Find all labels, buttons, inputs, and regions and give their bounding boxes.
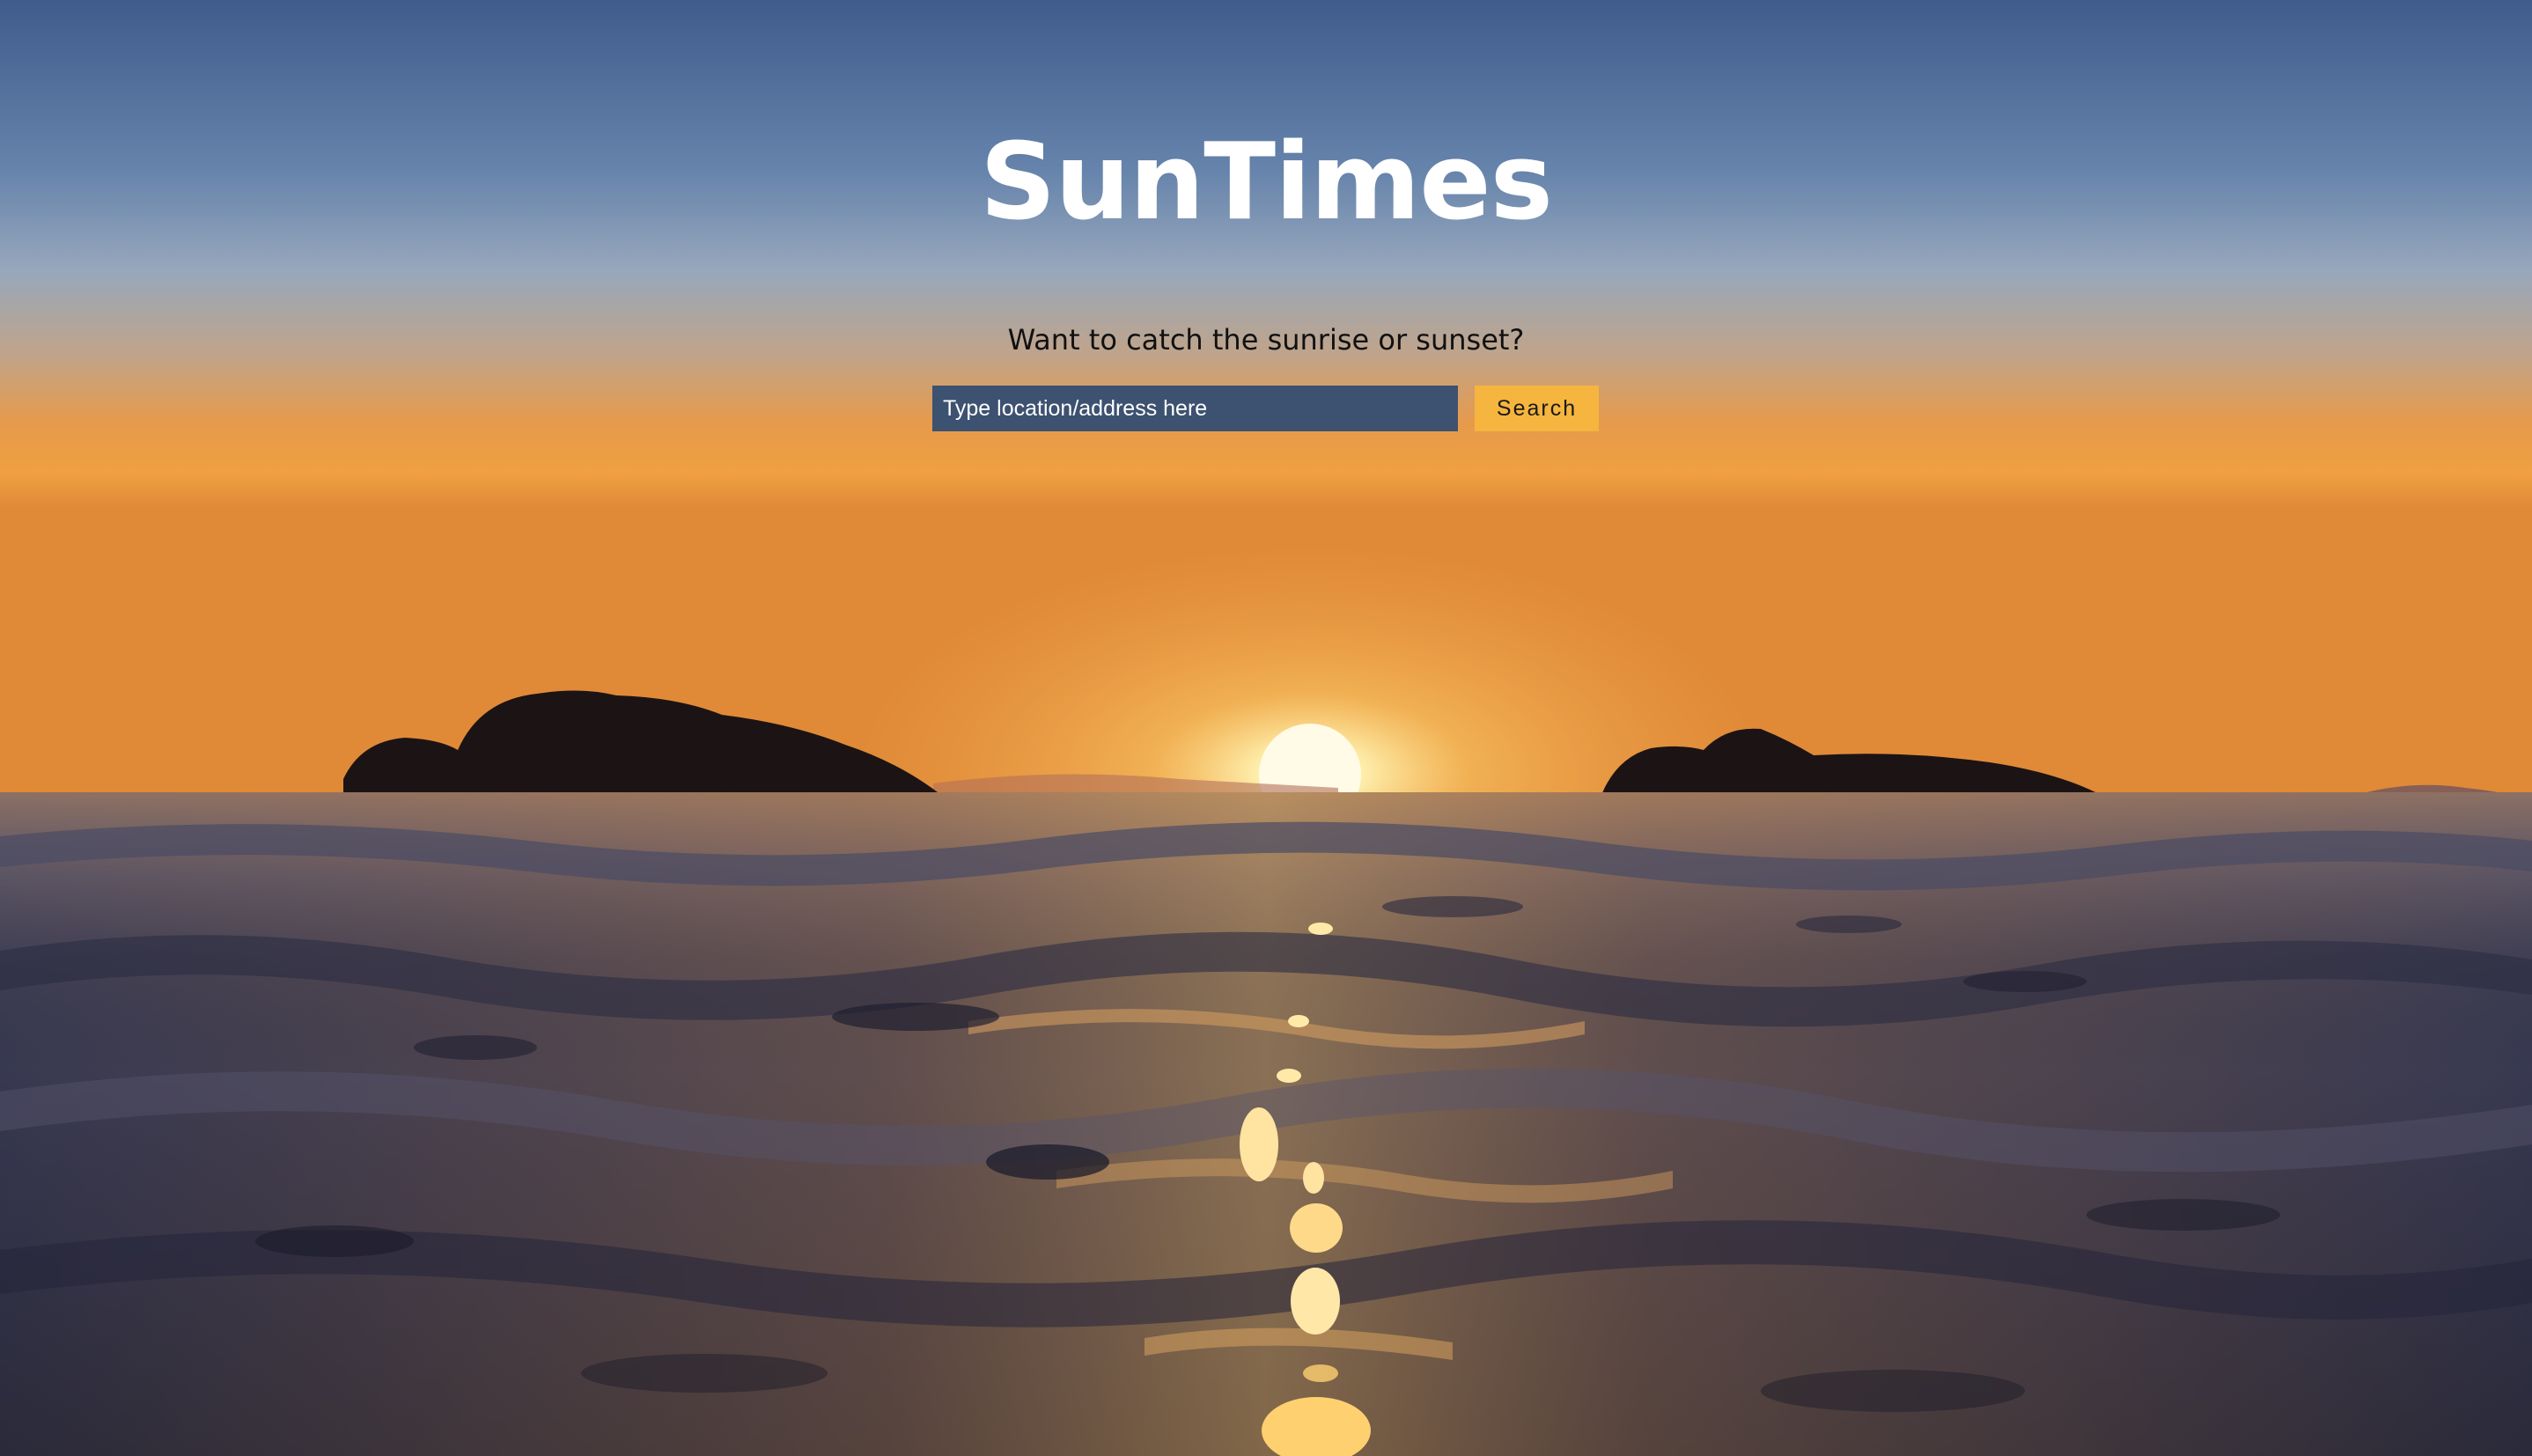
page-title: SunTimes (979, 121, 1553, 244)
search-button[interactable]: Search (1475, 386, 1599, 431)
hero-section: SunTimes Want to catch the sunrise or su… (0, 0, 2532, 1456)
location-search-input[interactable] (932, 386, 1458, 431)
tagline: Want to catch the sunrise or sunset? (1007, 323, 1525, 357)
